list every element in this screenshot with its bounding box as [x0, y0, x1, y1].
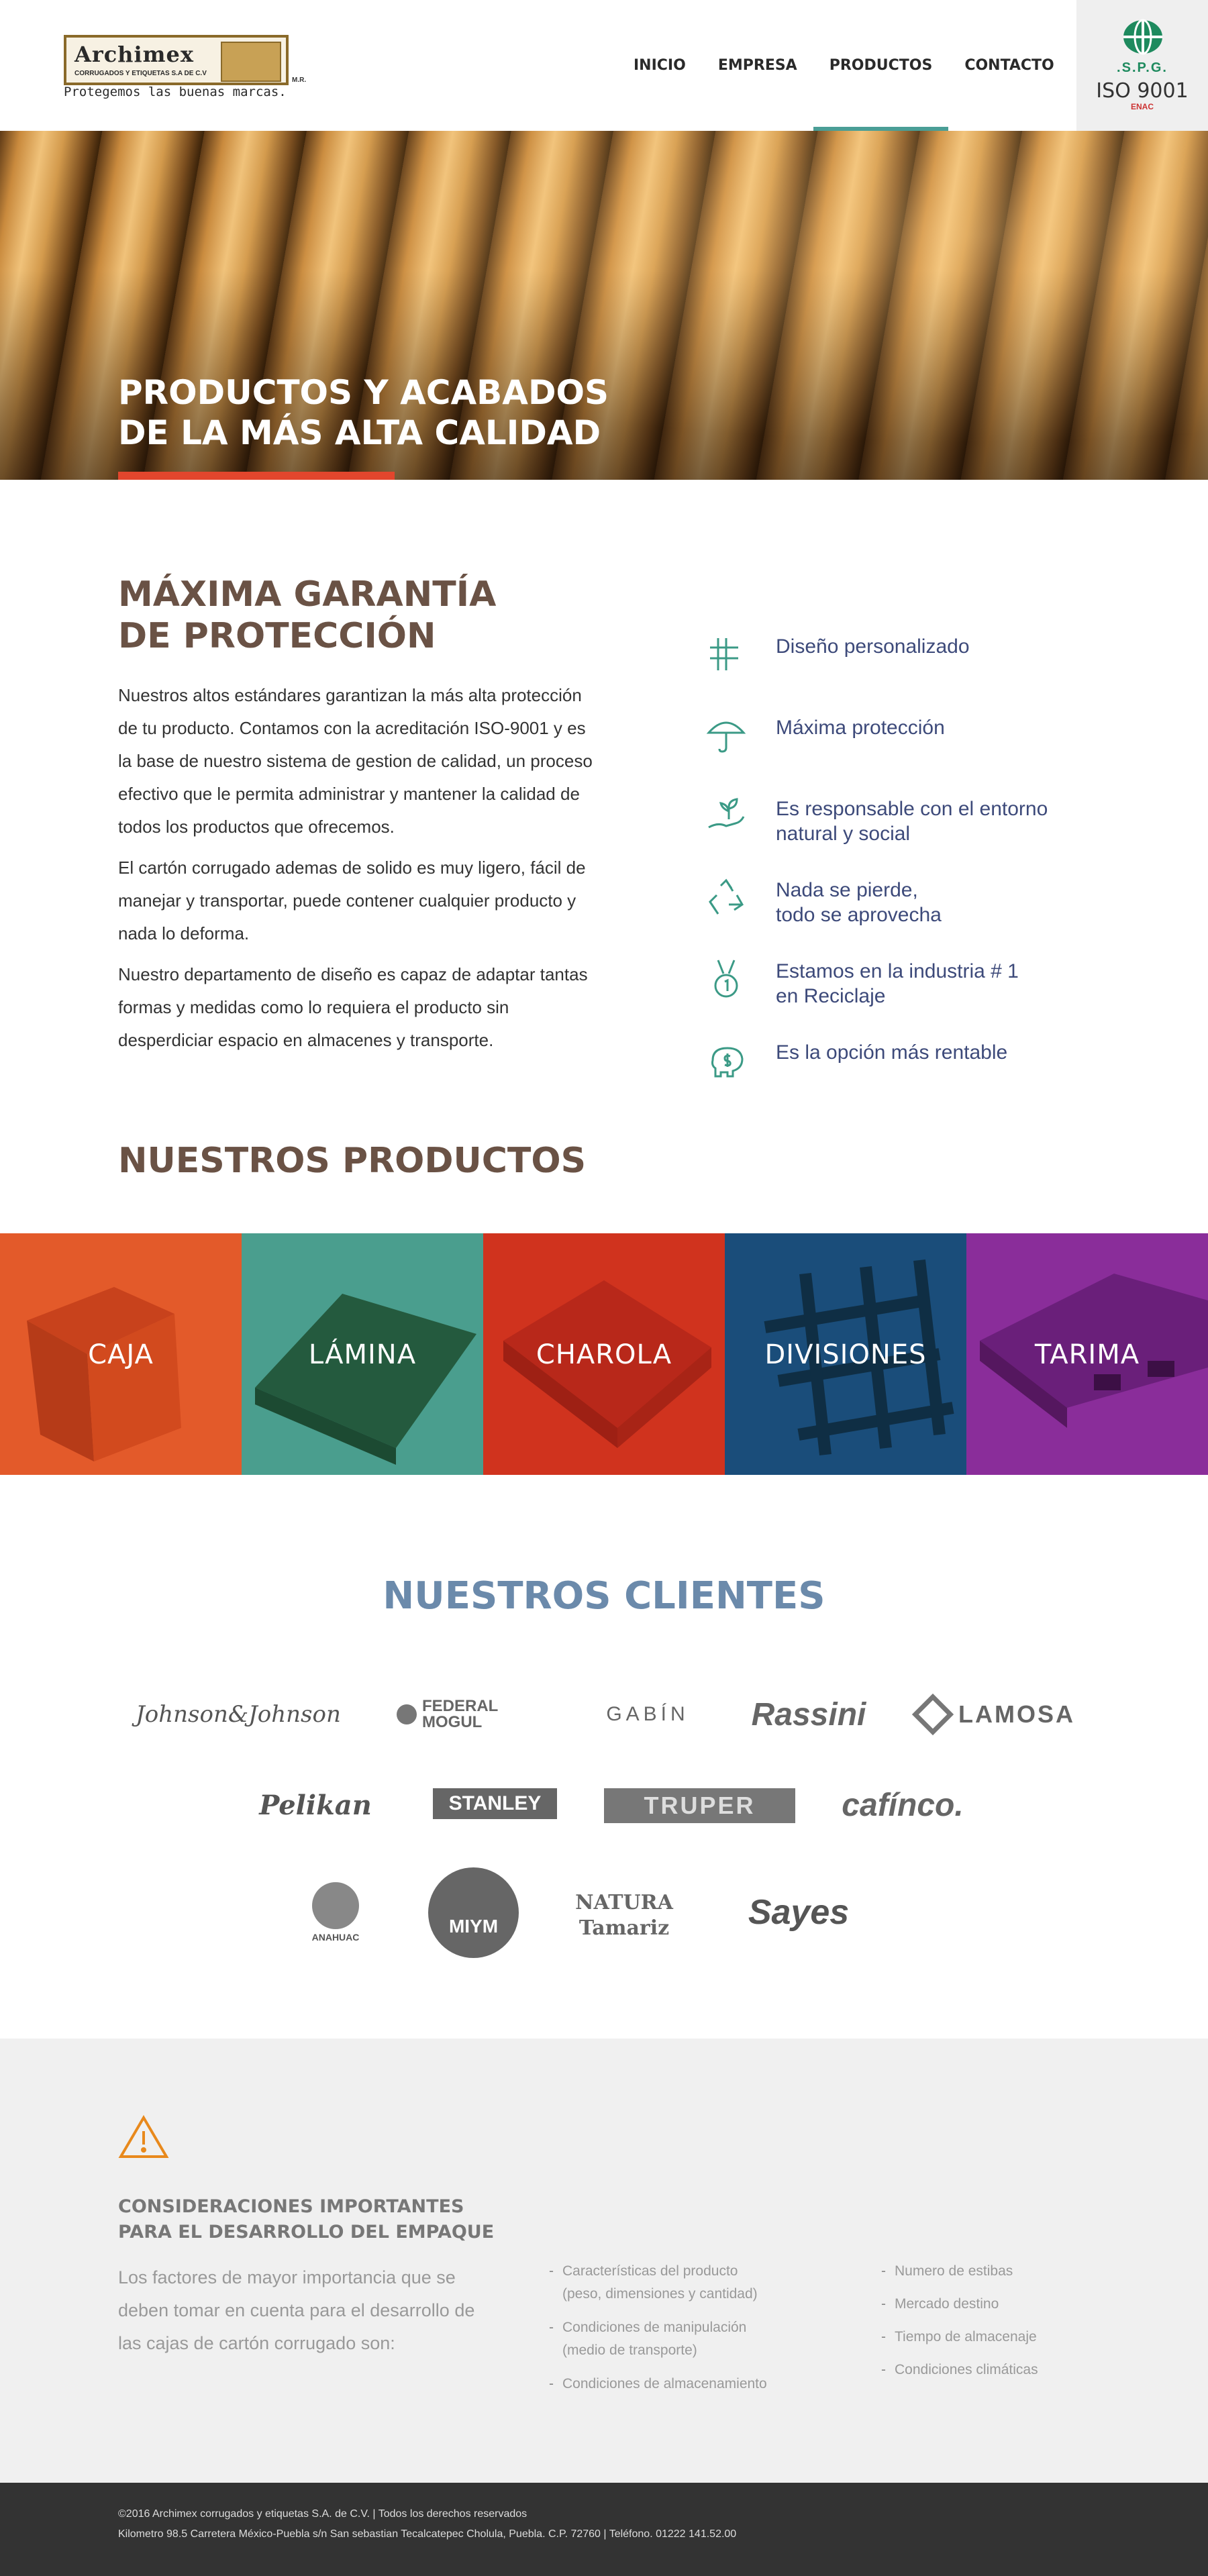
- client-logo-pelikan: Pelikan: [259, 1789, 372, 1821]
- product-divisiones[interactable]: DIVISIONES: [725, 1233, 966, 1475]
- clients-title: NUESTROS CLIENTES: [383, 1574, 825, 1618]
- lamosa-icon: [911, 1693, 954, 1736]
- spg-label: .S.P.G.: [1117, 60, 1168, 75]
- nav-inicio[interactable]: INICIO: [617, 0, 702, 131]
- considerations-title: CONSIDERACIONES IMPORTANTES PARA EL DESA…: [118, 2196, 495, 2243]
- plant-hand-icon: [708, 798, 745, 829]
- nav-empresa[interactable]: EMPRESA: [702, 0, 813, 131]
- feature-item: Es la opción más rentable: [698, 1033, 1114, 1115]
- considerations-list-b: Numero de estibas Mercado destino Tiempo…: [881, 2260, 1123, 2392]
- considerations-intro: Los factores de mayor importancia que se…: [118, 2267, 475, 2353]
- product-label: CHAROLA: [536, 1339, 672, 1370]
- guarantee-text: Nuestros altos estándares garantizan la …: [118, 679, 601, 1065]
- considerations-list-a: Características del producto (peso, dime…: [549, 2260, 817, 2406]
- client-logo-gabin: GABÍN: [606, 1703, 689, 1725]
- hero-title: PRODUCTOS Y ACABADOS DE LA MÁS ALTA CALI…: [118, 373, 609, 452]
- client-logo-truper: TRUPER: [604, 1788, 795, 1823]
- client-logo-stanley: STANLEY: [433, 1788, 557, 1819]
- product-caja[interactable]: CAJA: [0, 1233, 242, 1475]
- client-logo-sayes: Sayes: [748, 1893, 850, 1932]
- federal-mogul-icon: [397, 1704, 417, 1724]
- anahuac-mascot-icon: [312, 1882, 359, 1929]
- box-icon: [221, 42, 281, 82]
- logo-name: Archimex: [74, 42, 194, 67]
- product-label: TARIMA: [1034, 1339, 1140, 1370]
- feature-item: Diseño personalizado: [698, 627, 1114, 709]
- feature-item: Máxima protección: [698, 709, 1114, 790]
- nav-contacto[interactable]: CONTACTO: [948, 0, 1070, 131]
- feature-label: Estamos en la industria # 1 en Reciclaje: [776, 960, 1019, 1007]
- product-tarima[interactable]: TARIMA: [966, 1233, 1208, 1475]
- logo-subtitle: CORRUGADOS Y ETIQUETAS S.A DE C.V: [74, 70, 207, 77]
- logo-trademark: M.R.: [292, 76, 307, 84]
- feature-label: Nada se pierde, todo se aprovecha: [776, 879, 942, 926]
- logo-tagline: Protegemos las buenas marcas.: [64, 85, 287, 99]
- list-item: Tiempo de almacenaje: [881, 2326, 1123, 2349]
- recycle-icon: [709, 878, 744, 915]
- logo-frame: Archimex CORRUGADOS Y ETIQUETAS S.A DE C…: [64, 35, 289, 85]
- products-grid: CAJA LÁMINA CHAROLA DIVISIONES TARIMA: [0, 1233, 1208, 1475]
- guarantee-paragraph: Nuestro departamento de diseño es capaz …: [118, 964, 588, 1050]
- feature-label: Es responsable con el entorno natural y …: [776, 798, 1048, 845]
- list-item: Condiciones climáticas: [881, 2359, 1123, 2381]
- client-logo-miym: MIYM: [428, 1867, 519, 1958]
- client-logo-johnson: Johnson&Johnson: [136, 1701, 341, 1728]
- site-footer: ©2016 Archimex corrugados y etiquetas S.…: [0, 2483, 1208, 2576]
- product-lamina[interactable]: LÁMINA: [242, 1233, 483, 1475]
- feature-label: Es la opción más rentable: [776, 1041, 1008, 1064]
- list-item: Mercado destino: [881, 2293, 1123, 2316]
- feature-item: Nada se pierde, todo se aprovecha: [698, 871, 1114, 952]
- feature-label: Máxima protección: [776, 717, 945, 739]
- design-tools-icon: [710, 638, 738, 670]
- piggy-bank-icon: [711, 1047, 744, 1078]
- client-logo-anahuac: ANAHUAC: [295, 1872, 376, 1953]
- product-label: DIVISIONES: [764, 1339, 927, 1370]
- feature-label: Diseño personalizado: [776, 635, 970, 658]
- guarantee-paragraph: El cartón corrugado ademas de solido es …: [118, 858, 586, 943]
- site-header: Archimex CORRUGADOS Y ETIQUETAS S.A DE C…: [0, 0, 1208, 131]
- products-title: NUESTROS PRODUCTOS: [118, 1141, 587, 1181]
- hero-banner: PRODUCTOS Y ACABADOS DE LA MÁS ALTA CALI…: [0, 131, 1208, 480]
- client-logo-lamosa: LAMOSA: [906, 1691, 1087, 1738]
- iso-label: ISO 9001: [1096, 79, 1189, 103]
- guarantee-title: MÁXIMA GARANTÍA DE PROTECCIÓN: [118, 574, 497, 656]
- feature-item: Es responsable con el entorno natural y …: [698, 790, 1114, 871]
- iso-certification-badge: .S.P.G. ISO 9001 ENAC: [1076, 0, 1208, 131]
- globe-icon: [1123, 19, 1162, 55]
- list-item: Numero de estibas: [881, 2260, 1123, 2283]
- client-logo-rassini: Rassini: [751, 1696, 866, 1733]
- warning-icon: [118, 2115, 169, 2158]
- client-logo-federal-mogul: FEDERAL MOGUL: [389, 1691, 544, 1738]
- feature-item: Estamos en la industria # 1 en Reciclaje: [698, 952, 1114, 1033]
- list-item: Condiciones de almacenamiento: [549, 2373, 817, 2395]
- footer-copyright: ©2016 Archimex corrugados y etiquetas S.…: [118, 2508, 527, 2520]
- hero-accent-bar: [118, 472, 395, 480]
- main-nav: INICIO EMPRESA PRODUCTOS CONTACTO: [617, 0, 1070, 131]
- client-logo-cafinco: cafínco.: [842, 1787, 964, 1823]
- umbrella-icon: [706, 721, 746, 753]
- nav-productos[interactable]: PRODUCTOS: [813, 0, 949, 131]
- medal-icon: [714, 960, 738, 998]
- product-label: LÁMINA: [308, 1339, 417, 1370]
- list-item: Condiciones de manipulación (medio de tr…: [549, 2316, 817, 2362]
- enac-label: ENAC: [1130, 102, 1154, 111]
- product-label: CAJA: [88, 1339, 154, 1370]
- footer-address: Kilometro 98.5 Carretera México-Puebla s…: [118, 2528, 737, 2540]
- archimex-logo[interactable]: Archimex CORRUGADOS Y ETIQUETAS S.A DE C…: [64, 35, 307, 102]
- considerations-section: CONSIDERACIONES IMPORTANTES PARA EL DESA…: [0, 2039, 1208, 2483]
- product-charola[interactable]: CHAROLA: [483, 1233, 725, 1475]
- client-logo-natura: NATURA Tamariz: [575, 1891, 673, 1940]
- list-item: Características del producto (peso, dime…: [549, 2260, 817, 2306]
- features-list: Diseño personalizado Máxima protección E…: [698, 627, 1114, 1115]
- guarantee-paragraph: Nuestros altos estándares garantizan la …: [118, 685, 593, 837]
